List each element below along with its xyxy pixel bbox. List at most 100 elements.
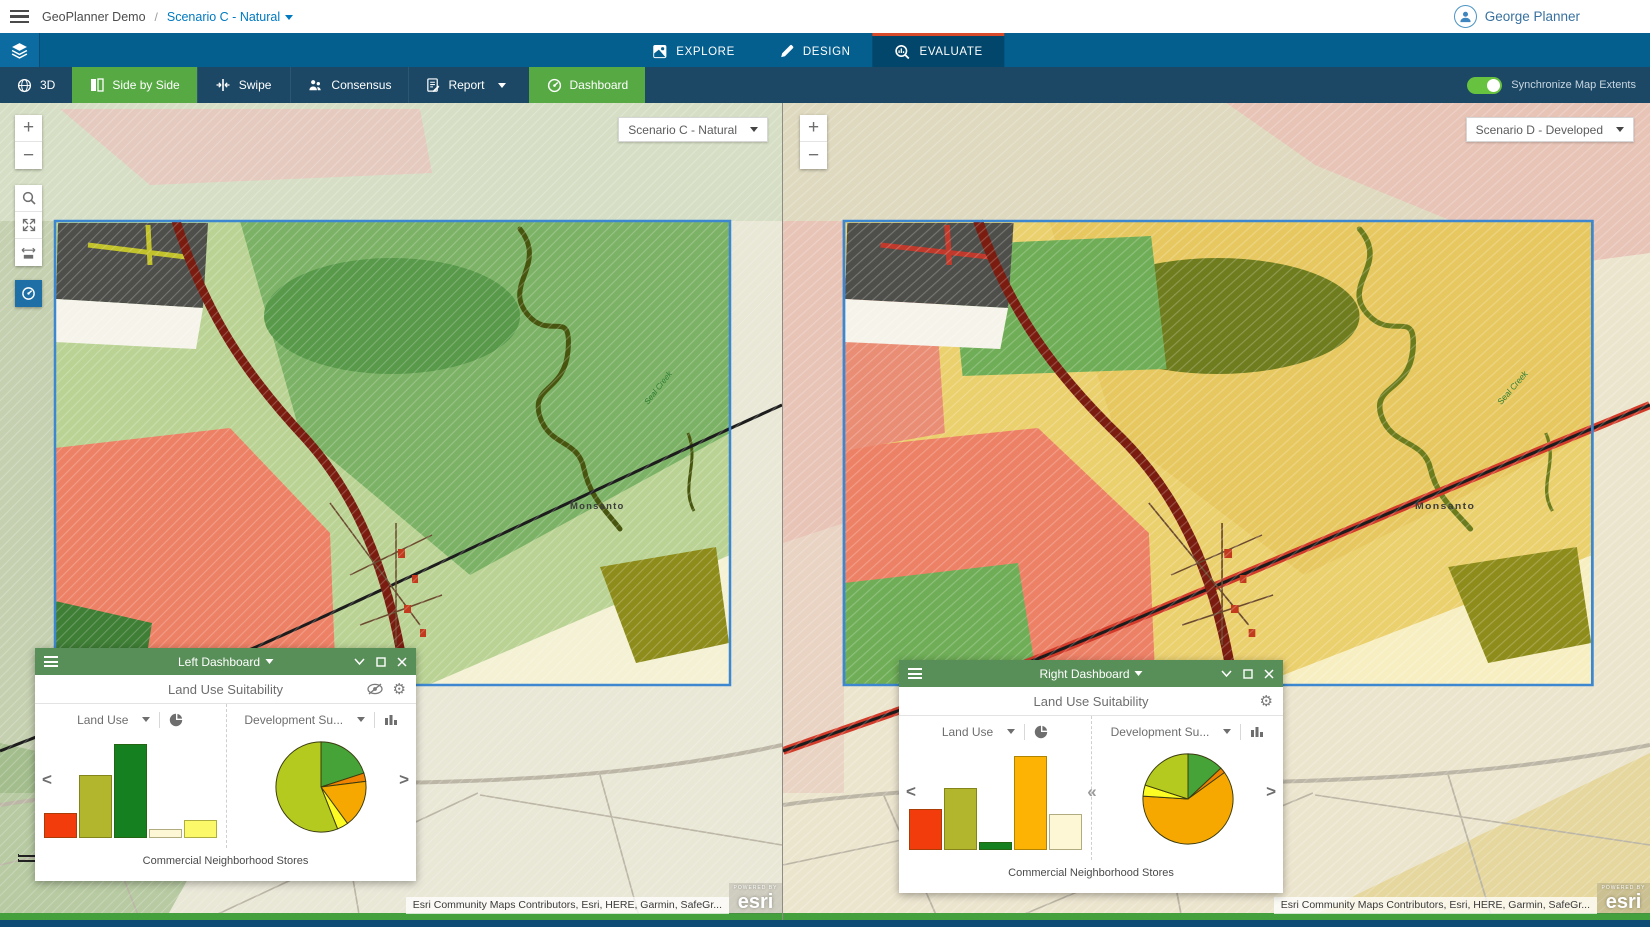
evaluate-icon [895,44,911,60]
map-tools [15,185,42,266]
land-use-bar-chart[interactable] [909,754,1082,850]
extent-sync-button[interactable] [15,239,42,266]
visibility-icon[interactable] [367,683,383,695]
tab-design[interactable]: DESIGN [757,33,873,67]
dashboard-button[interactable]: Dashboard [529,67,646,103]
dashboard-widgets: < Land Use Dev [35,704,416,848]
gear-icon[interactable]: ⚙ [393,682,406,697]
main-menu-icon[interactable] [0,10,38,24]
right-map: Monsanto Seal Creek + − Scenario D - Dev… [782,103,1650,920]
search-button[interactable] [15,185,42,212]
side-by-side-icon [90,78,104,92]
development-suitability-pie-chart[interactable] [272,738,370,836]
chevron-down-icon [1223,729,1231,734]
collapse-icon[interactable] [354,657,365,666]
development-suitability-widget: Development Su... [1091,716,1283,860]
zoom-out-button[interactable]: − [800,142,827,169]
development-suitability-pie-chart[interactable] [1139,750,1237,848]
bar-amber [1014,756,1047,850]
attribution-text: Esri Community Maps Contributors, Esri, … [406,897,729,914]
primary-nav-bar: EXPLORE DESIGN EVALUATE [0,33,1650,67]
maximize-icon[interactable] [1243,669,1253,679]
tab-explore[interactable]: EXPLORE [630,33,757,67]
window-controls [1221,669,1274,679]
full-extent-button[interactable] [15,212,42,239]
place-label: Monsanto [1415,501,1475,511]
app-title: GeoPlanner Demo [42,10,146,24]
3d-button[interactable]: 3D [0,67,72,103]
next-widget-arrow[interactable]: > [399,770,409,790]
place-label: Monsanto [570,501,624,512]
consensus-button[interactable]: Consensus [290,67,408,103]
zoom-in-button[interactable]: + [15,115,42,142]
chevron-down-icon [1135,671,1143,676]
zoom-out-button[interactable]: − [15,142,42,169]
right-dashboard-title-menu[interactable]: Right Dashboard [1039,667,1142,681]
collapse-widgets-arrow[interactable]: « [1087,782,1094,802]
widget-header: Development Su... [244,707,398,732]
tab-evaluate[interactable]: EVALUATE [873,33,1005,67]
chevron-down-icon [1007,729,1015,734]
widget-header: Development Su... [1111,719,1265,744]
layers-icon [11,42,28,59]
map-attribution: Esri Community Maps Contributors, Esri, … [406,883,782,914]
previous-widget-arrow[interactable]: < [42,770,52,790]
panel-title-row: Land Use Suitability ⚙ [35,675,416,704]
close-icon[interactable] [1264,669,1274,679]
widget-selector[interactable]: Development Su... [244,713,343,727]
swipe-button[interactable]: Swipe [197,67,289,103]
bar-dark-green [979,842,1012,850]
dashboard-footer-label: Commercial Neighborhood Stores [899,860,1283,893]
bar-red [909,809,942,850]
gear-icon[interactable]: ⚙ [1260,694,1273,709]
dashboard-menu-icon[interactable] [44,656,58,667]
panel-title: Land Use Suitability [168,682,283,697]
chevron-down-icon [357,717,365,722]
bar-olive [79,775,112,838]
bar-chart-zone [899,744,1091,860]
report-button[interactable]: Report [408,67,522,103]
land-use-bar-chart[interactable] [44,742,217,838]
dashboard-menu-icon[interactable] [908,668,922,679]
widget-selector[interactable]: Land Use [77,713,128,727]
chevron-down-icon [1616,127,1624,132]
layers-button[interactable] [0,33,40,67]
bar-chart-icon[interactable] [384,713,398,726]
left-dashboard-title-menu[interactable]: Left Dashboard [178,655,273,669]
synchronize-map-extents-toggle[interactable] [1467,77,1502,94]
previous-widget-arrow[interactable]: < [906,782,916,802]
bar-dark-green [114,744,147,838]
attribution-text: Esri Community Maps Contributors, Esri, … [1274,897,1597,914]
window-controls [354,657,407,667]
zoom-controls: + − [15,115,42,169]
next-widget-arrow[interactable]: > [1266,782,1276,802]
user-menu[interactable]: George Planner [1454,5,1650,28]
widget-selector[interactable]: Land Use [942,725,993,739]
left-dashboard-header[interactable]: Left Dashboard [35,648,416,675]
widget-selector[interactable]: Development Su... [1111,725,1210,739]
explore-map-icon [652,44,667,59]
collapse-icon[interactable] [1221,669,1232,678]
bar-chart-icon[interactable] [1250,725,1264,738]
maximize-icon[interactable] [376,657,386,667]
design-pen-icon [779,44,794,59]
full-extent-icon [22,218,36,232]
dashboard-gauge-icon [547,78,562,93]
widget-header: Land Use [942,719,1048,744]
panel-title-row: Land Use Suitability ⚙ [899,687,1283,716]
widget-header: Land Use [77,707,183,732]
zoom-in-button[interactable]: + [800,115,827,142]
dashboard-toggle-button[interactable] [15,280,42,307]
close-icon[interactable] [397,657,407,667]
user-name: George Planner [1485,9,1580,24]
bar-cream [1049,814,1082,850]
dashboard-gauge-icon [21,286,36,301]
right-dashboard-header[interactable]: Right Dashboard [899,660,1283,687]
pie-chart-icon[interactable] [1034,725,1048,739]
right-scenario-selector[interactable]: Scenario D - Developed [1466,117,1634,142]
side-by-side-button[interactable]: Side by Side [72,67,196,103]
left-scenario-selector[interactable]: Scenario C - Natural [618,117,768,142]
pie-chart-icon[interactable] [169,713,183,727]
scenario-breadcrumb-menu[interactable]: Scenario C - Natural [167,10,293,24]
left-map: Monsanto Seal Creek + − [0,103,782,920]
